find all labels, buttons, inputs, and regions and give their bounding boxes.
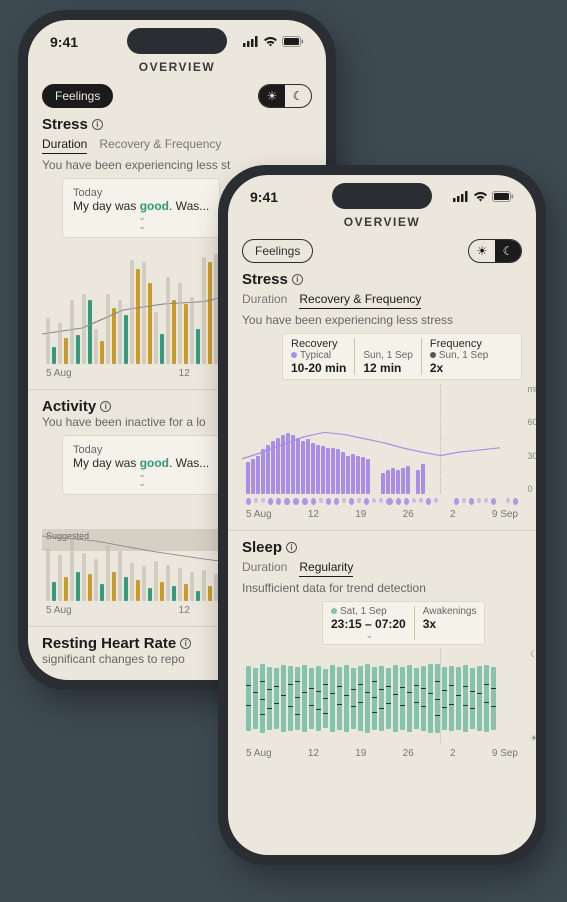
feelings-pill[interactable]: Feelings xyxy=(42,84,113,108)
notch xyxy=(332,183,432,209)
callout-suffix: . Was... xyxy=(169,199,209,213)
divider xyxy=(228,530,536,531)
stress-subtitle: You have been experiencing less stress xyxy=(242,313,522,327)
chevron-down-icon: ⌄⌄ xyxy=(73,213,209,231)
sun-icon[interactable]: ☀ xyxy=(469,240,495,262)
callout-highlight: good xyxy=(140,199,169,213)
sun-icon[interactable]: ☀ xyxy=(259,85,285,107)
page-title: OVERVIEW xyxy=(228,209,536,239)
info-icon[interactable]: i xyxy=(92,119,103,130)
sleep-legend: Sat, 1 Sep 23:15 – 07:20 ⌄ Awakenings 3x xyxy=(322,601,485,645)
chevron-down-icon: ⌄⌄ xyxy=(73,470,209,488)
info-icon[interactable]: i xyxy=(292,274,303,285)
stress-legend: Recovery Typical 10-20 min Sun, 1 Sep 12… xyxy=(282,333,522,380)
status-icons xyxy=(243,34,304,50)
info-icon[interactable]: i xyxy=(286,542,297,553)
sleep-y-icons: ☾ ☀ xyxy=(530,649,536,744)
stress-axis: 5 Aug 12 19 26 2 9 Sep xyxy=(242,505,522,520)
status-time: 9:41 xyxy=(50,34,78,50)
sun-icon: ☀ xyxy=(530,733,536,744)
screen-right: 9:41 OVERVIEW Feelings ☀ ☾ xyxy=(228,175,536,855)
callout-prefix: My day was xyxy=(73,199,140,213)
wifi-icon xyxy=(473,189,488,205)
activity-title: Activity xyxy=(42,398,96,415)
stress-section: Stress i Duration Recovery & Frequency Y… xyxy=(228,271,536,520)
callout-date: Today xyxy=(73,187,102,199)
tab-duration[interactable]: Duration xyxy=(242,292,287,309)
rhr-title: Resting Heart Rate xyxy=(42,635,176,652)
frequency-dots xyxy=(242,494,522,505)
phone-right: 9:41 OVERVIEW Feelings ☀ ☾ xyxy=(218,165,546,865)
activity-callout[interactable]: Today My day was good. Was... ⌄⌄ xyxy=(62,435,220,495)
status-time: 9:41 xyxy=(250,189,278,205)
stress-title: Stress xyxy=(42,116,88,133)
sleep-section: Sleep i Duration Regularity Insufficient… xyxy=(228,539,536,759)
wifi-icon xyxy=(263,34,278,50)
recovery-chart[interactable] xyxy=(242,384,500,494)
chevron-down-icon: ⌄ xyxy=(331,631,406,640)
tab-recovery[interactable]: Recovery & Frequency xyxy=(299,292,421,309)
page-title: OVERVIEW xyxy=(28,54,326,84)
stress-title: Stress xyxy=(242,271,288,288)
stress-callout[interactable]: Today My day was good. Was... ⌄⌄ xyxy=(62,178,220,238)
sleep-chart[interactable] xyxy=(242,649,500,744)
battery-icon xyxy=(492,189,514,205)
tab-regularity[interactable]: Regularity xyxy=(299,560,353,577)
moon-icon[interactable]: ☾ xyxy=(495,240,521,262)
tab-recovery[interactable]: Recovery & Frequency xyxy=(99,137,221,154)
signal-icon xyxy=(243,34,259,50)
battery-icon xyxy=(282,34,304,50)
info-icon[interactable]: i xyxy=(180,638,191,649)
day-night-toggle[interactable]: ☀ ☾ xyxy=(468,239,522,263)
notch xyxy=(127,28,227,54)
tab-duration[interactable]: Duration xyxy=(42,137,87,154)
sleep-title: Sleep xyxy=(242,539,282,556)
y-axis: min 60 30 0 xyxy=(527,384,536,494)
moon-icon: ☾ xyxy=(530,649,536,660)
tab-duration[interactable]: Duration xyxy=(242,560,287,577)
info-icon[interactable]: i xyxy=(100,401,111,412)
moon-icon[interactable]: ☾ xyxy=(285,85,311,107)
day-night-toggle[interactable]: ☀ ☾ xyxy=(258,84,312,108)
status-icons xyxy=(453,189,514,205)
signal-icon xyxy=(453,189,469,205)
callout-date: Today xyxy=(73,444,102,456)
sleep-subtitle: Insufficient data for trend detection xyxy=(242,581,522,595)
feelings-pill[interactable]: Feelings xyxy=(242,239,313,263)
sleep-axis: 5 Aug 12 19 26 2 9 Sep xyxy=(242,744,522,759)
